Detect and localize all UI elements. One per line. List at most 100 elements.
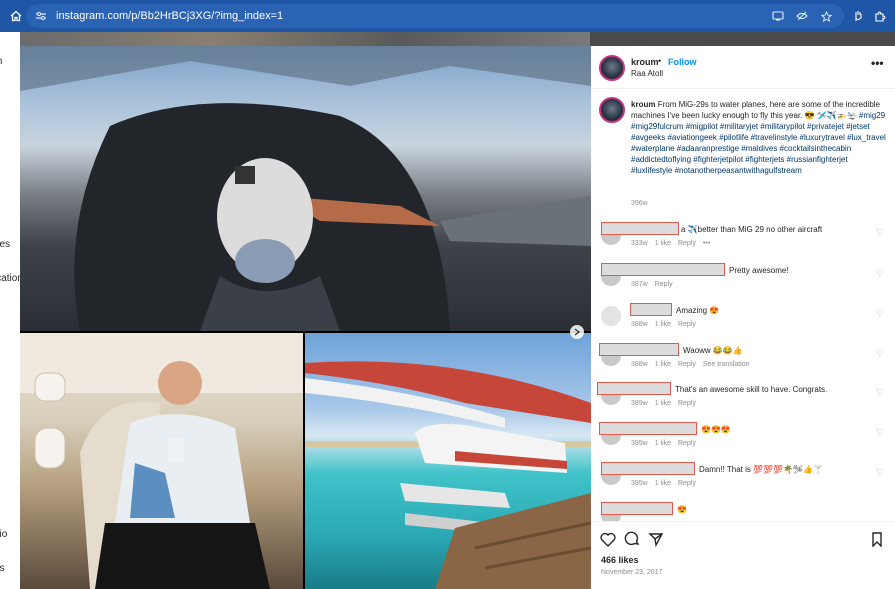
comment-item: Pretty awesome! 387w Reply ♡: [591, 263, 895, 299]
redacted-username: [601, 502, 673, 515]
see-translation-link[interactable]: See translation: [703, 361, 750, 368]
comment-reply-button[interactable]: Reply: [678, 240, 696, 247]
comment-likes[interactable]: 1 like: [655, 440, 671, 447]
heart-icon[interactable]: ♡: [876, 227, 884, 238]
comment-reply-button[interactable]: Reply: [678, 440, 696, 447]
comment-meta: 387w Reply: [631, 281, 678, 288]
commenter-avatar[interactable]: [601, 306, 621, 326]
private-jet-cabin-photo: [20, 333, 303, 589]
post-details-panel: kroum • Follow Raa Atoll ••• kroum From …: [591, 46, 895, 589]
comment-reply-button[interactable]: Reply: [655, 281, 673, 288]
post-date[interactable]: November 23, 2017: [601, 569, 662, 576]
redacted-username: [599, 422, 697, 435]
header-separator: •: [658, 56, 662, 66]
more-options-button[interactable]: •••: [871, 56, 884, 70]
comment-item: 😍😍😍 395w 1 like Reply ♡: [591, 422, 895, 458]
comment-text: 😍😍😍: [701, 425, 731, 434]
post-actions-bar: 466 likes November 23, 2017: [591, 521, 895, 589]
sidebar-fragment[interactable]: ication: [0, 273, 20, 284]
comment-text: Damn!! That is 💯💯💯🌴🛩👍🍸: [699, 465, 824, 474]
comment-time[interactable]: 388w: [631, 321, 648, 328]
heart-icon[interactable]: ♡: [876, 268, 884, 279]
comment-time[interactable]: 395w: [631, 480, 648, 487]
bookmark-icon[interactable]: [868, 530, 886, 548]
heart-icon[interactable]: ♡: [876, 467, 884, 478]
redacted-username: [601, 222, 679, 235]
site-settings-icon[interactable]: [32, 11, 50, 21]
likes-count[interactable]: 466 likes: [601, 555, 639, 565]
caption-hashtags[interactable]: #mig29 #mig29fulcrum #migpilot #military…: [631, 111, 886, 175]
comment-text: Amazing 😍: [676, 306, 720, 315]
author-username[interactable]: kroum: [631, 57, 659, 67]
comment-reply-button[interactable]: Reply: [678, 400, 696, 407]
comment-meta: 388w 1 like Reply: [631, 321, 701, 328]
heart-icon[interactable]: ♡: [876, 387, 884, 398]
share-icon[interactable]: [647, 530, 665, 548]
redacted-username: [601, 263, 725, 276]
comment-text: a ✈️better than MiG 29 no other aircraft: [681, 225, 823, 234]
extension-icon[interactable]: [848, 6, 868, 26]
comment-options-button[interactable]: •••: [703, 240, 710, 247]
post-caption: kroum From MiG-29s to water planes, here…: [631, 99, 886, 176]
comment-item: Waoww 😂😂👍 388w 1 like Reply See translat…: [591, 343, 895, 379]
comment-time[interactable]: 389w: [631, 400, 648, 407]
heart-icon[interactable]: ♡: [876, 427, 884, 438]
comment-time[interactable]: 333w: [631, 240, 648, 247]
caption-text: From MiG-29s to water planes, here are s…: [631, 100, 881, 120]
heart-icon[interactable]: ♡: [876, 348, 884, 359]
comment-item: That's an awesome skill to have. Congrat…: [591, 382, 895, 418]
comment-time[interactable]: 388w: [631, 361, 648, 368]
comment-meta: 395w 1 like Reply: [631, 440, 701, 447]
star-icon[interactable]: [818, 7, 834, 25]
sidebar-fragment[interactable]: ds: [0, 563, 5, 574]
comment-item: Amazing 😍 388w 1 like Reply ♡: [591, 303, 895, 339]
caption-username[interactable]: kroum: [631, 100, 655, 109]
author-avatar[interactable]: [599, 55, 625, 81]
comment-time[interactable]: 395w: [631, 440, 648, 447]
comment-likes[interactable]: 1 like: [655, 321, 671, 328]
home-icon[interactable]: [4, 4, 28, 28]
comment-meta: 389w 1 like Reply: [631, 400, 701, 407]
redacted-username: [597, 382, 671, 395]
heart-icon[interactable]: [599, 530, 617, 548]
seaplane-maldives-photo: [305, 333, 591, 589]
comment-icon[interactable]: [623, 530, 641, 548]
comment-reply-button[interactable]: Reply: [678, 321, 696, 328]
url-text[interactable]: instagram.com/p/Bb2HrBCj3XG/?img_index=1: [56, 10, 283, 22]
address-bar[interactable]: instagram.com/p/Bb2HrBCj3XG/?img_index=1: [26, 4, 844, 28]
sidebar-fragment[interactable]: m: [0, 56, 2, 67]
sidebar-fragment[interactable]: ges: [0, 239, 10, 250]
follow-button[interactable]: Follow: [668, 57, 697, 67]
comment-text: Pretty awesome!: [729, 266, 789, 275]
comment-text: Waoww 😂😂👍: [683, 346, 743, 355]
puzzle-extensions-icon[interactable]: [870, 6, 890, 26]
caption-avatar[interactable]: [599, 97, 625, 123]
post-header: kroum • Follow Raa Atoll •••: [591, 46, 895, 89]
comment-time[interactable]: 387w: [631, 281, 648, 288]
fighter-jet-cockpit-photo: [20, 46, 591, 331]
sidebar-fragment[interactable]: dio: [0, 529, 7, 540]
comment-likes[interactable]: 1 like: [655, 361, 671, 368]
comment-item: a ✈️better than MiG 29 no other aircraft…: [591, 222, 895, 258]
comment-likes[interactable]: 1 like: [655, 400, 671, 407]
comment-meta: 333w 1 like Reply •••: [631, 240, 715, 247]
comment-text: That's an awesome skill to have. Congrat…: [675, 385, 828, 394]
redacted-username: [601, 462, 695, 475]
post-media[interactable]: [20, 46, 591, 589]
eye-off-icon[interactable]: [794, 7, 810, 25]
browser-toolbar: instagram.com/p/Bb2HrBCj3XG/?img_index=1: [0, 0, 895, 32]
redacted-username: [599, 343, 679, 356]
comment-text: 😍: [677, 505, 687, 514]
redacted-username: [630, 303, 672, 316]
comment-likes[interactable]: 1 like: [655, 480, 671, 487]
comment-reply-button[interactable]: Reply: [678, 480, 696, 487]
comment-reply-button[interactable]: Reply: [678, 361, 696, 368]
next-image-arrow[interactable]: [570, 325, 584, 339]
background-image-strip: [20, 32, 590, 46]
cast-icon[interactable]: [770, 7, 786, 25]
caption-timestamp[interactable]: 396w: [631, 200, 648, 207]
heart-icon[interactable]: ♡: [876, 308, 884, 319]
comment-meta: 388w 1 like Reply See translation: [631, 361, 755, 368]
post-location[interactable]: Raa Atoll: [631, 69, 663, 78]
comment-likes[interactable]: 1 like: [655, 240, 671, 247]
